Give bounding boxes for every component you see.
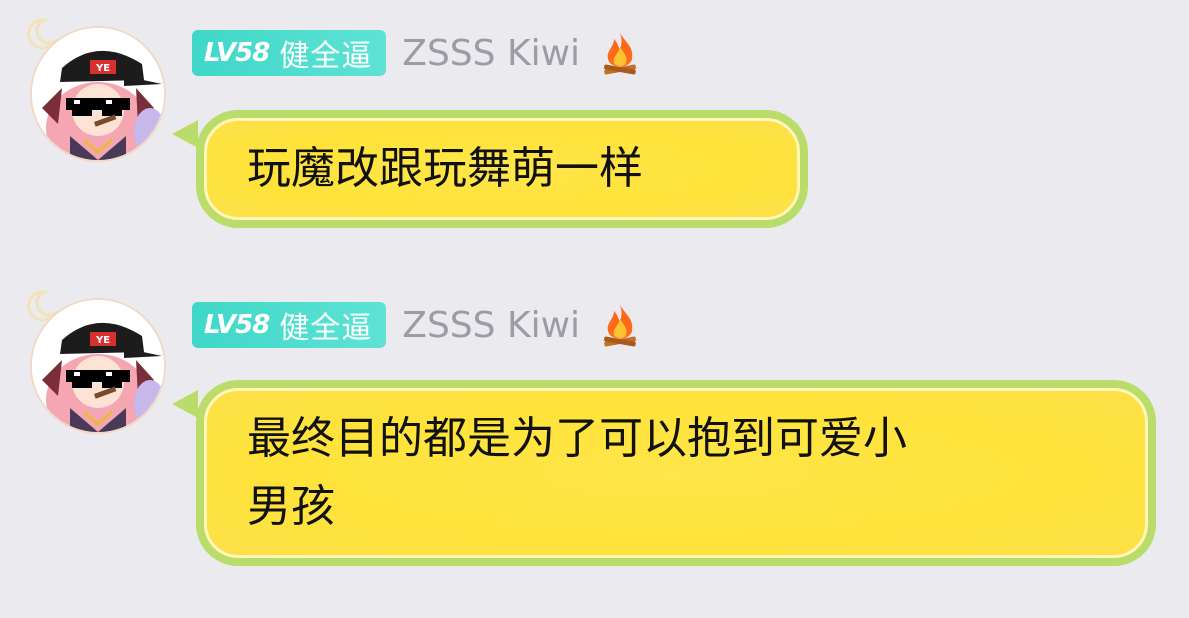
- svg-text:YE: YE: [95, 63, 110, 74]
- bubble-tail: [172, 390, 198, 418]
- message-bubble[interactable]: 最终目的都是为了可以抱到可爱小 男孩: [172, 380, 1156, 566]
- level-label: LV58: [204, 38, 270, 68]
- message-text: 最终目的都是为了可以抱到可爱小 男孩: [247, 413, 907, 532]
- avatar[interactable]: YE: [24, 18, 174, 170]
- fire-icon: [604, 33, 636, 75]
- message-header: LV58 健全逼 ZSSS Kiwi: [192, 27, 640, 79]
- level-badge[interactable]: LV58 健全逼: [192, 30, 387, 76]
- avatar[interactable]: YE: [24, 290, 174, 442]
- title-label: 健全逼: [279, 311, 373, 346]
- chat-view: YE LV58 健全逼 ZSSS Kiwi 玩魔改跟玩舞萌一样 YE LV58 …: [0, 0, 1189, 618]
- avatar-image: YE: [30, 298, 166, 434]
- svg-text:YE: YE: [95, 335, 110, 346]
- bubble-tail: [172, 120, 198, 148]
- fire-icon: [604, 305, 636, 347]
- username[interactable]: ZSSS Kiwi: [402, 33, 580, 74]
- chat-message: YE LV58 健全逼 ZSSS Kiwi: [0, 0, 1189, 270]
- chat-message: YE LV58 健全逼 ZSSS Kiwi: [0, 272, 1189, 618]
- message-header: LV58 健全逼 ZSSS Kiwi: [192, 299, 640, 351]
- level-label: LV58: [204, 310, 270, 340]
- avatar-image: YE: [30, 26, 166, 162]
- title-label: 健全逼: [279, 39, 373, 74]
- username[interactable]: ZSSS Kiwi: [402, 305, 580, 346]
- level-badge[interactable]: LV58 健全逼: [192, 302, 387, 348]
- message-text: 玩魔改跟玩舞萌一样: [247, 143, 643, 194]
- message-bubble[interactable]: 玩魔改跟玩舞萌一样: [172, 110, 808, 228]
